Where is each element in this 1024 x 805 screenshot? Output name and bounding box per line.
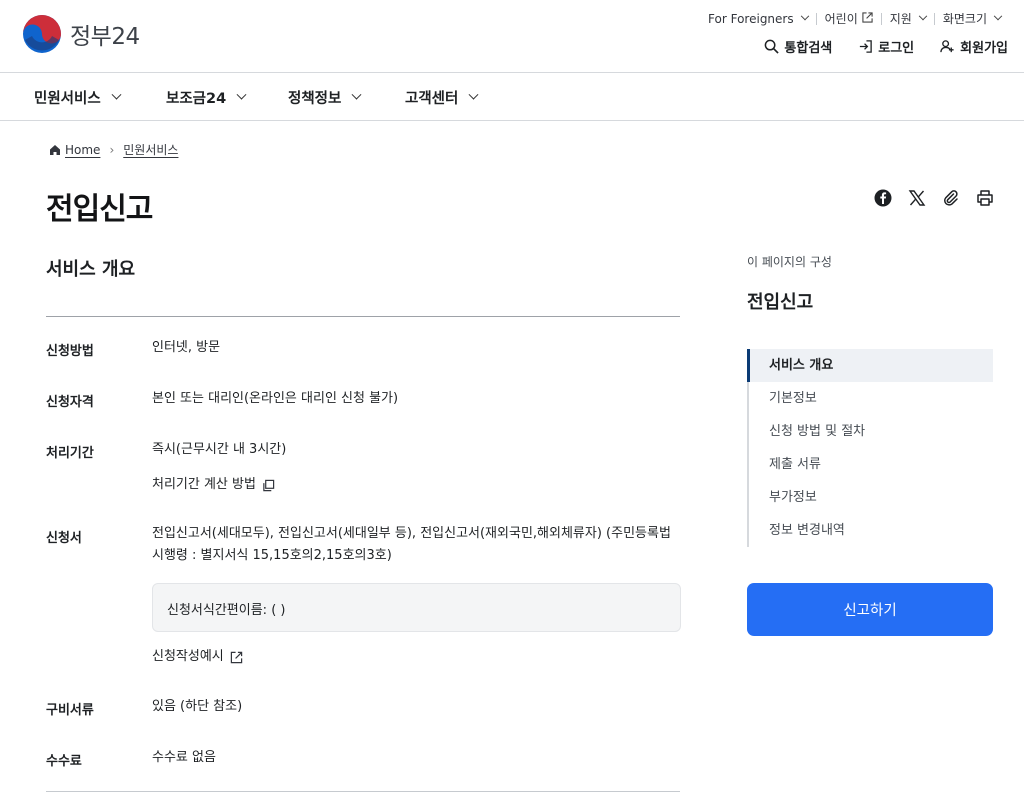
copy-icon	[263, 479, 275, 491]
support-menu[interactable]: 지원	[882, 10, 934, 27]
search-label: 통합검색	[784, 41, 833, 56]
add-user-icon	[940, 40, 954, 53]
row-value-fee: 수수료 없음	[152, 750, 216, 765]
gnb-item-customer-center[interactable]: 고객센터	[405, 87, 479, 108]
row-label-fee: 수수료	[46, 754, 82, 769]
chevron-down-icon	[800, 11, 809, 20]
chevron-down-icon	[468, 89, 479, 100]
form-example-label: 신청작성예시	[152, 649, 224, 664]
chevron-down-icon	[236, 89, 247, 100]
toc-caption: 이 페이지의 구성	[747, 255, 832, 269]
row-value-period: 즉시(근무시간 내 3시간)	[152, 442, 287, 457]
gnb-item-subsidy24[interactable]: 보조금24	[166, 87, 247, 108]
gnb-label: 정책정보	[288, 91, 342, 107]
support-label: 지원	[889, 12, 912, 26]
gnb-label: 보조금24	[166, 91, 227, 107]
search-button[interactable]: 통합검색	[764, 37, 832, 56]
signup-button[interactable]: 회원가입	[940, 37, 1008, 56]
table-of-contents: 서비스 개요 기본정보 신청 방법 및 절차 제출 서류 부가정보 정보 변경내…	[747, 349, 993, 547]
chevron-down-icon	[111, 89, 122, 100]
logo-text: 정부24	[70, 24, 140, 50]
facebook-icon[interactable]	[873, 188, 893, 208]
signup-label: 회원가입	[960, 41, 1008, 56]
search-icon	[765, 39, 780, 54]
gnb-label: 고객센터	[405, 91, 459, 107]
gnb-label: 민원서비스	[34, 91, 101, 107]
share-tools	[873, 188, 995, 208]
login-label: 로그인	[878, 41, 915, 56]
link-icon[interactable]	[941, 188, 961, 208]
page-title: 전입신고	[46, 192, 153, 227]
external-link-icon	[230, 651, 242, 663]
login-button[interactable]: 로그인	[858, 37, 914, 56]
home-icon	[50, 144, 60, 155]
section-divider	[46, 316, 680, 317]
breadcrumb: Home › 민원서비스	[49, 141, 178, 158]
gnb-item-policy-info[interactable]: 정책정보	[288, 87, 362, 108]
print-icon[interactable]	[975, 188, 995, 208]
main-nav: 민원서비스 보조금24 정책정보 고객센터	[0, 73, 1024, 121]
site-header: 정부24 For Foreigners 어린이 지원 화면크기 통합검색 로그인…	[0, 0, 1024, 73]
period-calc-link[interactable]: 처리기간 계산 방법	[152, 474, 682, 496]
header-actions: 통합검색 로그인 회원가입	[764, 37, 1008, 56]
x-icon[interactable]	[907, 188, 927, 208]
kids-label: 어린이	[824, 12, 858, 26]
section-bottom-divider	[46, 791, 680, 792]
toc-title: 전입신고	[747, 292, 814, 313]
kids-link[interactable]: 어린이	[817, 10, 881, 27]
section-title: 서비스 개요	[46, 259, 136, 280]
toc-item-change-history[interactable]: 정보 변경내역	[749, 514, 993, 547]
external-link-icon	[862, 11, 873, 26]
row-label-eligibility: 신청자격	[46, 395, 94, 410]
chevron-down-icon	[351, 89, 362, 100]
apply-button[interactable]: 신고하기	[747, 583, 993, 636]
breadcrumb-current[interactable]: 민원서비스	[123, 141, 178, 158]
row-value-documents: 있음 (하단 참조)	[152, 699, 243, 714]
toc-item-procedure[interactable]: 신청 방법 및 절차	[749, 415, 993, 448]
row-value-method: 인터넷, 방문	[152, 340, 221, 355]
chevron-down-icon	[993, 11, 1003, 20]
row-label-period: 처리기간	[46, 446, 94, 461]
for-foreigners-menu[interactable]: For Foreigners	[700, 11, 816, 26]
screen-size-label: 화면크기	[942, 12, 987, 26]
row-label-form: 신청서	[46, 531, 82, 546]
toc-item-basic-info[interactable]: 기본정보	[749, 382, 993, 415]
chevron-down-icon	[918, 11, 928, 20]
site-logo[interactable]: 정부24	[22, 14, 140, 54]
row-value-form: 전입신고서(세대모두), 전입신고서(세대일부 등), 전입신고서(재외국민,해…	[152, 526, 671, 563]
toc-item-documents[interactable]: 제출 서류	[749, 448, 993, 481]
login-icon	[860, 40, 873, 53]
period-calc-label: 처리기간 계산 방법	[152, 477, 256, 492]
taegeuk-logo-icon	[23, 15, 61, 53]
screen-size-menu[interactable]: 화면크기	[935, 10, 1009, 27]
row-label-documents: 구비서류	[46, 703, 94, 718]
for-foreigners-label: For Foreigners	[708, 11, 794, 26]
chevron-right-icon: ›	[109, 142, 115, 157]
breadcrumb-home[interactable]: Home	[65, 143, 100, 157]
form-simple-name-text: 신청서식간편이름: ( )	[167, 603, 286, 618]
row-value-eligibility: 본인 또는 대리인(온라인은 대리인 신청 불가)	[152, 391, 399, 406]
form-example-link[interactable]: 신청작성예시	[152, 646, 682, 668]
gnb-item-civil-services[interactable]: 민원서비스	[34, 87, 122, 108]
toc-item-additional-info[interactable]: 부가정보	[749, 481, 993, 514]
toc-item-overview[interactable]: 서비스 개요	[747, 349, 993, 382]
row-label-method: 신청방법	[46, 344, 94, 359]
utility-nav: For Foreigners 어린이 지원 화면크기	[700, 10, 1009, 27]
form-simple-name-box: 신청서식간편이름: ( )	[152, 583, 681, 632]
